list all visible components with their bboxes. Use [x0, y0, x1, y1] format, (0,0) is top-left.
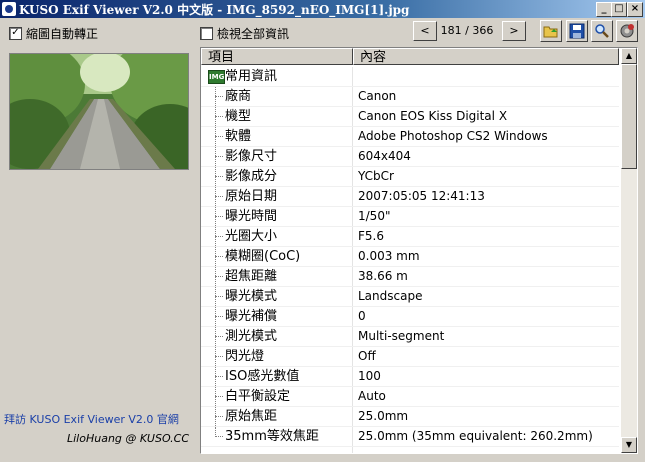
- row-key: 測光模式: [225, 329, 278, 344]
- show-all-label: 檢視全部資訊: [217, 27, 290, 41]
- row-key: 模糊圈(CoC): [225, 249, 301, 264]
- table-row[interactable]: 白平衡設定 Auto: [201, 387, 619, 407]
- auto-rotate-label: 縮圖自動轉正: [26, 27, 99, 41]
- table-body: IMG 常用資訊 廠商 Canon 機型 Canon EOS Kiss Digital…: [201, 67, 619, 453]
- row-key: 影像尺寸: [225, 149, 278, 164]
- table-row[interactable]: 超焦距離 38.66 m: [201, 267, 619, 287]
- row-value: Landscape: [358, 289, 423, 303]
- auto-rotate-checkbox[interactable]: ✓: [9, 27, 22, 40]
- row-key: 影像成分: [225, 169, 278, 184]
- row-value: YCbCr: [358, 169, 394, 183]
- row-key: 曝光補償: [225, 309, 278, 324]
- settings-button[interactable]: [616, 20, 638, 42]
- open-folder-button[interactable]: [540, 20, 562, 42]
- row-value: 38.66 m: [358, 269, 408, 283]
- search-button[interactable]: [591, 20, 613, 42]
- table-header: 項目 內容: [201, 48, 619, 66]
- table-row[interactable]: 軟體 Adobe Photoshop CS2 Windows: [201, 127, 619, 147]
- row-key: 曝光時間: [225, 209, 278, 224]
- table-row[interactable]: 光圈大小 F5.6: [201, 227, 619, 247]
- table-row[interactable]: 閃光燈 Off: [201, 347, 619, 367]
- exif-table[interactable]: 項目 內容 IMG 常用資訊 廠商 Canon 機型 Canon EOS Kiss D…: [200, 47, 638, 454]
- column-header-content[interactable]: 內容: [353, 48, 619, 65]
- save-button[interactable]: [566, 20, 588, 42]
- table-row[interactable]: 測光模式 Multi-segment: [201, 327, 619, 347]
- table-row[interactable]: 影像成分 YCbCr: [201, 167, 619, 187]
- row-key: 光圈大小: [225, 229, 278, 244]
- table-row[interactable]: 原始日期 2007:05:05 12:41:13: [201, 187, 619, 207]
- image-thumbnail[interactable]: [9, 53, 189, 170]
- scroll-thumb[interactable]: [621, 64, 637, 169]
- row-value: Adobe Photoshop CS2 Windows: [358, 129, 548, 143]
- author-credit: LiloHuang @ KUSO.CC: [67, 432, 190, 445]
- minimize-button[interactable]: _: [596, 2, 612, 17]
- row-key: 原始焦距: [225, 409, 278, 424]
- row-value: 25.0mm (35mm equivalent: 260.2mm): [358, 429, 593, 443]
- row-value: 1/50": [358, 209, 391, 223]
- save-icon: [569, 23, 585, 39]
- column-header-item[interactable]: 項目: [201, 48, 353, 65]
- image-info-icon: IMG: [208, 70, 225, 84]
- table-row[interactable]: 影像尺寸 604x404: [201, 147, 619, 167]
- row-value: F5.6: [358, 229, 384, 243]
- row-value: Multi-segment: [358, 329, 445, 343]
- row-value: 2007:05:05 12:41:13: [358, 189, 485, 203]
- table-row[interactable]: 曝光補償 0: [201, 307, 619, 327]
- settings-gear-icon: [620, 24, 634, 38]
- scroll-down-arrow-icon[interactable]: ▼: [621, 437, 637, 453]
- table-row[interactable]: 原始焦距 25.0mm: [201, 407, 619, 427]
- row-value: 0.003 mm: [358, 249, 420, 263]
- row-key: ISO感光數值: [225, 369, 300, 384]
- thumbnail-photo: [10, 54, 188, 169]
- table-row[interactable]: 曝光模式 Landscape: [201, 287, 619, 307]
- row-key: 35mm等效焦距: [225, 429, 319, 444]
- app-icon[interactable]: [2, 2, 16, 16]
- row-key: 廠商: [225, 89, 252, 104]
- prev-image-button[interactable]: <: [413, 21, 437, 41]
- row-value: Canon: [358, 89, 397, 103]
- table-row[interactable]: 廠商 Canon: [201, 87, 619, 107]
- table-row[interactable]: 35mm等效焦距 25.0mm (35mm equivalent: 260.2mm…: [201, 427, 619, 447]
- group-label: 常用資訊: [225, 69, 278, 84]
- row-value: 604x404: [358, 149, 411, 163]
- row-key: 閃光燈: [225, 349, 265, 364]
- maximize-button[interactable]: □: [611, 2, 627, 17]
- scroll-up-arrow-icon[interactable]: ▲: [621, 48, 637, 64]
- empty-row: [201, 447, 619, 453]
- row-key: 白平衡設定: [225, 389, 291, 404]
- row-value: 0: [358, 309, 366, 323]
- row-key: 曝光模式: [225, 289, 278, 304]
- group-row-common-info[interactable]: IMG 常用資訊: [201, 67, 619, 87]
- search-icon: [595, 24, 609, 38]
- open-folder-icon: [543, 26, 558, 38]
- title-bar[interactable]: KUSO Exif Viewer V2.0 中文版 - IMG_8592_nEO…: [0, 0, 645, 18]
- table-row[interactable]: 曝光時間 1/50": [201, 207, 619, 227]
- row-value: Auto: [358, 389, 386, 403]
- row-key: 原始日期: [225, 189, 278, 204]
- next-image-button[interactable]: >: [502, 21, 526, 41]
- row-value: 100: [358, 369, 381, 383]
- vertical-scrollbar[interactable]: ▲ ▼: [621, 48, 637, 453]
- row-key: 超焦距離: [225, 269, 278, 284]
- row-value: 25.0mm: [358, 409, 409, 423]
- page-counter: 181 / 366: [440, 24, 494, 37]
- row-value: Off: [358, 349, 376, 363]
- table-row[interactable]: ISO感光數值 100: [201, 367, 619, 387]
- row-value: Canon EOS Kiss Digital X: [358, 109, 508, 123]
- show-all-checkbox[interactable]: [200, 27, 213, 40]
- close-button[interactable]: ×: [627, 2, 643, 17]
- table-row[interactable]: 機型 Canon EOS Kiss Digital X: [201, 107, 619, 127]
- row-key: 軟體: [225, 129, 252, 144]
- window-title: KUSO Exif Viewer V2.0 中文版 - IMG_8592_nEO…: [19, 3, 410, 17]
- table-row[interactable]: 模糊圈(CoC) 0.003 mm: [201, 247, 619, 267]
- official-site-link[interactable]: 拜訪 KUSO Exif Viewer V2.0 官網: [4, 411, 179, 427]
- row-key: 機型: [225, 109, 252, 124]
